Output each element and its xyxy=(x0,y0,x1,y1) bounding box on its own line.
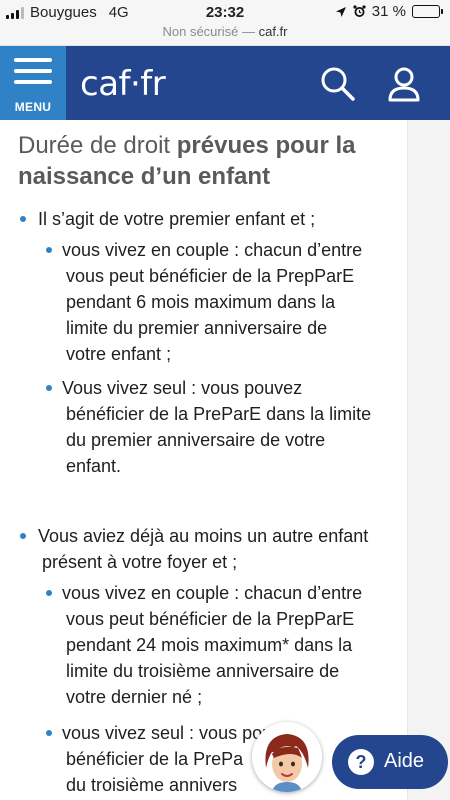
case1-single-line: bénéficier de la PreParE dans la limite xyxy=(66,404,372,424)
page-side-margin xyxy=(408,120,450,800)
menu-label: MENU xyxy=(14,100,52,114)
hamburger-icon xyxy=(14,58,52,91)
bullet-dot xyxy=(46,385,52,391)
title-bold-2: naissance d’un enfant xyxy=(18,163,271,190)
url-domain: caf.fr xyxy=(258,24,288,39)
caf-logo[interactable]: caf·fr xyxy=(80,64,166,104)
case2-lead-line: présent à votre foyer et ; xyxy=(42,552,238,572)
case2-single-line: vous vivez seul : vous pou xyxy=(62,723,273,743)
help-label: Aide xyxy=(384,750,425,772)
user-account-icon[interactable] xyxy=(384,64,424,104)
battery-percent: 31 % xyxy=(371,3,406,20)
question-icon: ? xyxy=(348,749,374,775)
section-title: Durée de droit prévues pour la naissance… xyxy=(18,130,398,192)
bullet-dot xyxy=(20,216,26,222)
case2-couple-line: votre dernier né ; xyxy=(66,687,203,707)
bullet-dot xyxy=(20,533,26,539)
case1-couple-line: limite du premier anniversaire de xyxy=(66,318,328,338)
case1-couple-line: vous peut bénéficier de la PrepParE xyxy=(66,266,355,286)
address-bar[interactable]: Non sécurisé — caf.fr xyxy=(0,24,450,46)
case2-lead-line: Vous aviez déjà au moins un autre enfant xyxy=(38,526,369,546)
case2-couple-line: limite du troisième anniversaire de xyxy=(66,661,340,681)
case1-couple-line: vous vivez en couple : chacun d’entre xyxy=(62,240,363,260)
title-bold-1: prévues pour la xyxy=(176,132,356,159)
case1-single-line: enfant. xyxy=(66,456,122,476)
battery-icon xyxy=(412,5,443,18)
bullet-dot xyxy=(46,590,52,596)
bullet-dot xyxy=(46,247,52,253)
case1-couple-line: votre enfant ; xyxy=(66,344,172,364)
case2-couple-line: vous peut bénéficier de la PrepParE xyxy=(66,609,355,629)
site-header: MENU caf·fr xyxy=(0,46,450,120)
status-right: 31 % xyxy=(335,3,443,20)
case1-single-line: Vous vivez seul : vous pouvez xyxy=(62,378,303,398)
title-plain: Durée de droit xyxy=(18,132,177,159)
article-content: Durée de droit prévues pour la naissance… xyxy=(4,120,408,800)
alarm-clock-icon xyxy=(353,5,366,17)
search-icon[interactable] xyxy=(318,64,358,104)
assistant-avatar[interactable] xyxy=(252,722,322,792)
case2-couple-line: vous vivez en couple : chacun d’entre xyxy=(62,583,363,603)
status-bar: Bouygues 4G 23:32 31 % xyxy=(0,0,450,24)
case2-single-line: du troisième annivers xyxy=(66,775,238,795)
case1-lead: Il s’agit de votre premier enfant et ; xyxy=(38,209,316,229)
location-arrow-icon xyxy=(335,6,346,17)
case1-couple-line: pendant 6 mois maximum dans la xyxy=(66,292,336,312)
security-warning: Non sécurisé — xyxy=(162,24,255,39)
menu-button[interactable]: MENU xyxy=(0,46,66,120)
assistant-face-icon xyxy=(252,722,322,792)
case2-couple-line: pendant 24 mois maximum* dans la xyxy=(66,635,353,655)
case2-single-line: bénéficier de la PrePa xyxy=(66,749,244,769)
case1-single-line: du premier anniversaire de votre xyxy=(66,430,326,450)
help-button[interactable]: ? Aide xyxy=(332,735,448,789)
bullet-dot xyxy=(46,730,52,736)
